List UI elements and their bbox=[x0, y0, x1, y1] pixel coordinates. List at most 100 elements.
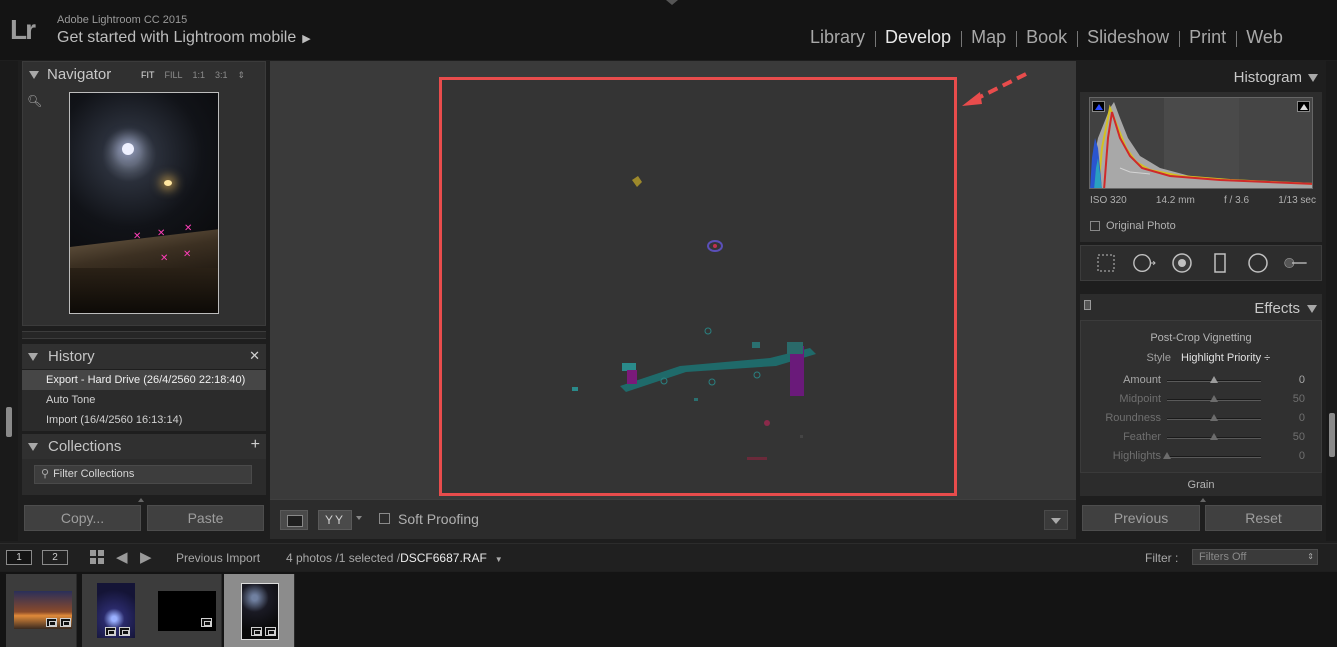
highlight-clipping-icon[interactable] bbox=[1297, 101, 1310, 112]
grid-view-icon[interactable] bbox=[90, 550, 104, 564]
filmstrip-source[interactable]: Previous Import bbox=[176, 551, 260, 565]
spot-marker-icon: ✕ bbox=[160, 253, 169, 264]
collapse-triangle-icon[interactable] bbox=[1308, 74, 1318, 82]
secondary-monitor-button[interactable]: 2 bbox=[42, 550, 68, 565]
slider-thumb[interactable] bbox=[1210, 433, 1218, 440]
collapse-triangle-icon[interactable] bbox=[28, 442, 38, 451]
filename-menu-icon[interactable]: ▼ bbox=[495, 555, 503, 564]
filmstrip-thumbnail-selected[interactable] bbox=[224, 574, 295, 647]
collapse-triangle-icon[interactable] bbox=[28, 352, 38, 361]
effects-header[interactable]: Effects bbox=[1080, 294, 1322, 320]
graduated-filter-icon[interactable] bbox=[1208, 251, 1232, 275]
slider-thumb[interactable] bbox=[1210, 414, 1218, 421]
red-eye-icon[interactable] bbox=[1170, 251, 1194, 275]
slider-value[interactable]: 0 bbox=[1299, 450, 1305, 462]
previous-button[interactable]: Previous bbox=[1082, 505, 1200, 531]
zoom-3-1[interactable]: 3:1 bbox=[215, 70, 228, 81]
slider-value[interactable]: 0 bbox=[1299, 412, 1305, 424]
zoom-1-1[interactable]: 1:1 bbox=[193, 70, 206, 81]
slider-thumb[interactable] bbox=[1163, 452, 1171, 459]
collapse-triangle-icon[interactable] bbox=[1307, 305, 1317, 313]
filter-select[interactable]: Filters Off ⇕ bbox=[1192, 549, 1318, 565]
filmstrip-bar: 1 2 ◀ ▶ Previous Import 4 photos /1 sele… bbox=[0, 543, 1337, 571]
zoom-stepper-icon[interactable]: ⇕ bbox=[238, 70, 246, 81]
filmstrip-thumbnail[interactable] bbox=[151, 574, 222, 647]
effects-enable-toggle[interactable] bbox=[1084, 300, 1091, 310]
module-book[interactable]: Book bbox=[1016, 27, 1077, 48]
module-library[interactable]: Library bbox=[800, 27, 875, 48]
top-panel-toggle-icon[interactable] bbox=[666, 0, 678, 5]
slider-track[interactable] bbox=[1167, 395, 1261, 402]
mobile-promo-link[interactable]: Get started with Lightroom mobile ▶ bbox=[57, 29, 311, 47]
add-collection-icon[interactable]: + bbox=[251, 436, 260, 454]
right-panel: Histogram ISO 320 14.2 mm f / 3.6 1/13 s… bbox=[1076, 61, 1326, 541]
collapse-triangle-icon[interactable] bbox=[29, 70, 39, 79]
slider-value[interactable]: 50 bbox=[1293, 393, 1305, 405]
before-after-menu-icon[interactable] bbox=[356, 516, 362, 520]
navigator-preview[interactable]: ✕ ✕ ✕ ✕ ✕ bbox=[69, 92, 219, 314]
filmstrip-count[interactable]: 4 photos /1 selected /DSCF6687.RAF ▼ bbox=[286, 551, 503, 565]
module-print[interactable]: Print bbox=[1179, 27, 1236, 48]
slider-track[interactable] bbox=[1167, 433, 1261, 440]
back-arrow-icon[interactable]: ◀ bbox=[116, 548, 128, 566]
filter-label: Filter : bbox=[1145, 551, 1179, 565]
crop-tool-icon[interactable] bbox=[1094, 251, 1118, 275]
paste-button[interactable]: Paste bbox=[147, 505, 264, 531]
histogram-header[interactable]: Histogram bbox=[1080, 61, 1322, 91]
module-map[interactable]: Map bbox=[961, 27, 1016, 48]
exif-iso: ISO 320 bbox=[1090, 195, 1127, 206]
history-item[interactable]: Import (16/4/2560 16:13:14) bbox=[22, 410, 266, 430]
navigator-header[interactable]: Navigator bbox=[29, 66, 111, 83]
before-after-button[interactable]: YY bbox=[318, 510, 352, 530]
history-header[interactable]: History ✕ bbox=[22, 344, 266, 369]
slider-roundness[interactable]: Roundness 0 bbox=[1081, 410, 1323, 429]
history-item[interactable]: Auto Tone bbox=[22, 390, 266, 410]
filmstrip-thumbnail[interactable] bbox=[6, 574, 77, 647]
copy-button[interactable]: Copy... bbox=[24, 505, 141, 531]
right-panel-scrollbar[interactable] bbox=[1329, 413, 1335, 457]
module-web[interactable]: Web bbox=[1236, 27, 1293, 48]
left-panel-scrollbar[interactable] bbox=[6, 407, 12, 437]
reset-button[interactable]: Reset bbox=[1205, 505, 1322, 531]
slider-thumb[interactable] bbox=[1210, 376, 1218, 383]
zoom-fill[interactable]: FILL bbox=[165, 70, 183, 81]
zoom-magnifier-icon[interactable]: 🔍︎ bbox=[27, 94, 42, 108]
zoom-fit[interactable]: FIT bbox=[141, 70, 155, 81]
filmstrip-thumbnail[interactable] bbox=[82, 574, 153, 647]
slider-value[interactable]: 50 bbox=[1293, 431, 1305, 443]
slider-thumb[interactable] bbox=[1210, 395, 1218, 402]
slider-feather[interactable]: Feather 50 bbox=[1081, 429, 1323, 448]
forward-arrow-icon[interactable]: ▶ bbox=[140, 548, 152, 566]
slider-value[interactable]: 0 bbox=[1299, 374, 1305, 386]
history-item[interactable]: Export - Hard Drive (26/4/2560 22:18:40) bbox=[22, 370, 266, 390]
shadow-clipping-icon[interactable] bbox=[1092, 101, 1105, 112]
soft-proofing-checkbox[interactable] bbox=[379, 513, 390, 524]
toolbar-content-menu[interactable] bbox=[1044, 510, 1068, 530]
filter-collections-input[interactable]: ⚲ Filter Collections bbox=[34, 465, 252, 484]
collections-header[interactable]: Collections + bbox=[22, 434, 266, 459]
vignette-style-select[interactable]: Highlight Priority ÷ bbox=[1181, 352, 1270, 364]
annotation-arrow-icon bbox=[962, 72, 1027, 106]
panel-end-marker bbox=[138, 498, 144, 502]
clear-history-icon[interactable]: ✕ bbox=[249, 348, 260, 364]
crop-badge-icon bbox=[201, 618, 212, 627]
primary-monitor-button[interactable]: 1 bbox=[6, 550, 32, 565]
slider-track[interactable] bbox=[1167, 376, 1261, 383]
app-title: Adobe Lightroom CC 2015 bbox=[57, 14, 188, 26]
module-develop[interactable]: Develop bbox=[875, 27, 961, 48]
module-slideshow[interactable]: Slideshow bbox=[1077, 27, 1179, 48]
main-photo-highlighted[interactable] bbox=[439, 77, 957, 496]
spot-removal-icon[interactable] bbox=[1132, 251, 1156, 275]
adjustment-brush-icon[interactable] bbox=[1284, 251, 1308, 275]
slider-highlights[interactable]: Highlights 0 bbox=[1081, 448, 1323, 467]
slider-midpoint[interactable]: Midpoint 50 bbox=[1081, 391, 1323, 410]
original-photo-toggle[interactable]: Original Photo bbox=[1090, 220, 1176, 232]
slider-amount[interactable]: Amount 0 bbox=[1081, 372, 1323, 391]
slider-track[interactable] bbox=[1163, 452, 1261, 459]
radial-filter-icon[interactable] bbox=[1246, 251, 1270, 275]
original-photo-checkbox[interactable] bbox=[1090, 221, 1100, 231]
slider-track[interactable] bbox=[1167, 414, 1261, 421]
grain-header[interactable]: Grain bbox=[1080, 472, 1322, 496]
loupe-view-button[interactable] bbox=[280, 510, 308, 530]
histogram-graph[interactable] bbox=[1089, 97, 1313, 189]
